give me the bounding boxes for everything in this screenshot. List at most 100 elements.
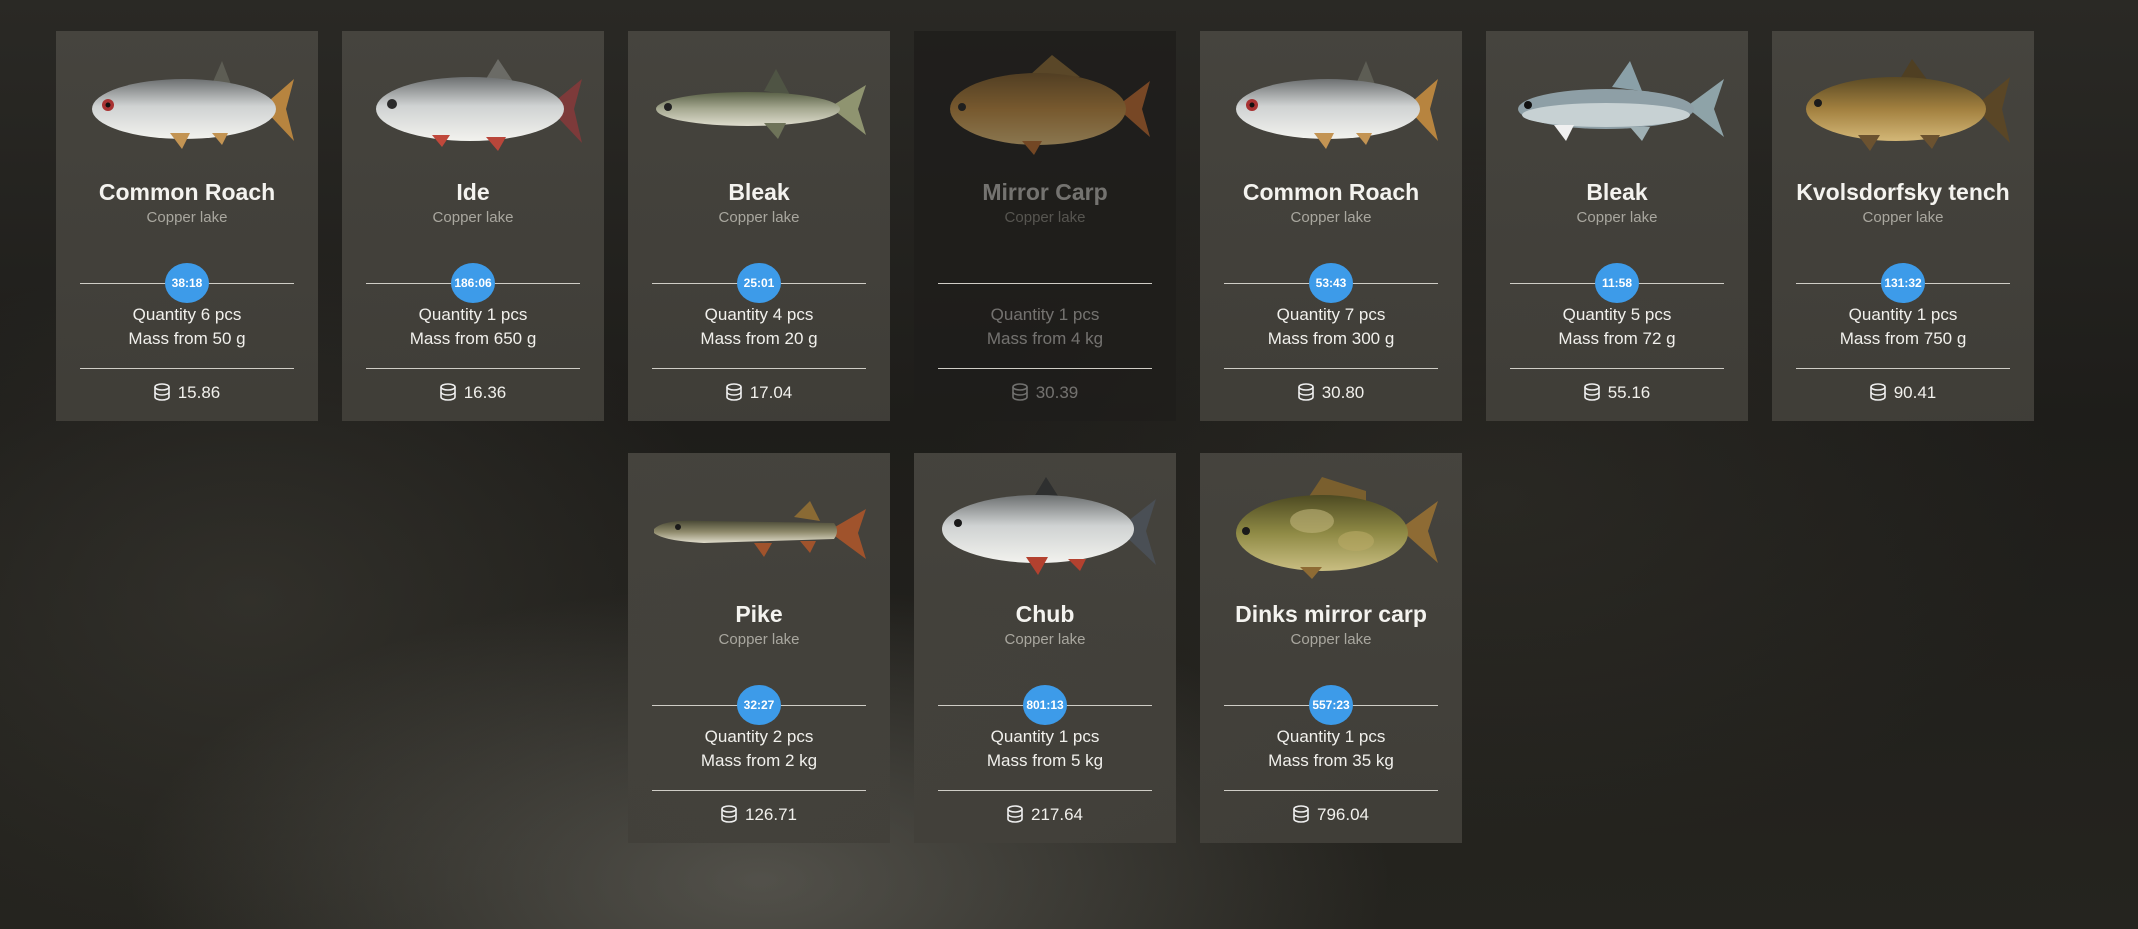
fish-name: Bleak (1586, 179, 1648, 205)
timer-badge: 38:18 (165, 263, 209, 303)
divider (366, 368, 580, 369)
divider (652, 368, 866, 369)
fish-card[interactable]: Bleak Copper lake 11:58 Quantity 5 pcs M… (1486, 31, 1748, 421)
timer-badge: 53:43 (1309, 263, 1353, 303)
timer-badge: 25:01 (737, 263, 781, 303)
fish-name: Ide (456, 179, 490, 205)
bleak-icon (1518, 61, 1724, 141)
timer-badge: 186:06 (451, 263, 495, 303)
mass-text: Mass from 20 g (700, 329, 818, 348)
mirror-carp-icon (1236, 477, 1438, 579)
fish-card[interactable]: Mirror Carp Copper lake Quantity 1 pcs M… (914, 31, 1176, 421)
coin-stack-icon (153, 383, 170, 401)
price-value: 55.16 (1607, 383, 1651, 402)
price-value: 796.04 (1317, 805, 1369, 824)
ide-icon (376, 59, 582, 151)
pike-icon (654, 501, 866, 559)
quantity-text: Quantity 5 pcs (1562, 305, 1672, 324)
fish-location: Copper lake (1862, 209, 1944, 226)
roach-icon (1236, 61, 1438, 149)
fish-card[interactable]: Dinks mirror carp Copper lake 557:23 Qua… (1200, 453, 1462, 843)
price-row: 30.80 (1200, 383, 1462, 403)
fish-card[interactable]: Pike Copper lake 32:27 Quantity 2 pcs Ma… (628, 453, 890, 843)
divider (938, 790, 1152, 791)
divider (1224, 368, 1438, 369)
mass-text: Mass from 750 g (1839, 329, 1967, 348)
price-row: 796.04 (1200, 805, 1462, 825)
timer-badge: 801:13 (1023, 685, 1067, 725)
quantity-text: Quantity 6 pcs (132, 305, 242, 324)
bleak-icon (656, 69, 866, 139)
price-value: 15.86 (177, 383, 221, 402)
fish-location: Copper lake (146, 209, 228, 226)
coin-stack-icon (721, 805, 737, 823)
tench-icon (1806, 59, 2010, 151)
fish-location: Copper lake (1290, 631, 1372, 648)
price-value: 30.80 (1321, 383, 1365, 402)
quantity-text: Quantity 4 pcs (704, 305, 814, 324)
timer-badge: 11:58 (1595, 263, 1639, 303)
quantity-text: Quantity 2 pcs (704, 727, 814, 746)
fish-card[interactable]: Chub Copper lake 801:13 Quantity 1 pcs M… (914, 453, 1176, 843)
fish-name: Bleak (728, 179, 790, 205)
price-row: 55.16 (1486, 383, 1748, 403)
timer-badge: 557:23 (1309, 685, 1353, 725)
fish-location: Copper lake (1004, 631, 1086, 648)
mass-text: Mass from 2 kg (700, 751, 818, 770)
coin-stack-icon (1583, 383, 1600, 401)
chub-icon (942, 477, 1156, 575)
divider (1510, 368, 1724, 369)
fish-location: Copper lake (718, 209, 800, 226)
quantity-text: Quantity 1 pcs (990, 727, 1100, 746)
mass-text: Mass from 50 g (128, 329, 246, 348)
divider (1224, 790, 1438, 791)
mass-text: Mass from 4 kg (986, 329, 1104, 348)
quantity-text: Quantity 1 pcs (1848, 305, 1958, 324)
divider (652, 790, 866, 791)
fish-location: Copper lake (432, 209, 514, 226)
coin-stack-icon (1869, 383, 1886, 401)
fish-location: Copper lake (1576, 209, 1658, 226)
fish-name: Common Roach (98, 179, 276, 205)
divider (938, 283, 1152, 284)
coin-stack-icon (1007, 805, 1023, 823)
quantity-text: Quantity 1 pcs (418, 305, 528, 324)
mass-text: Mass from 5 kg (986, 751, 1104, 770)
price-value: 16.36 (463, 383, 507, 402)
fish-card[interactable]: Kvolsdorfsky tench Copper lake 131:32 Qu… (1772, 31, 2034, 421)
price-row: 17.04 (628, 383, 890, 403)
coin-stack-icon (725, 383, 742, 401)
price-value: 126.71 (745, 805, 797, 824)
price-row: 217.64 (914, 805, 1176, 825)
fish-card[interactable]: Ide Copper lake 186:06 Quantity 1 pcs Ma… (342, 31, 604, 421)
fish-location: Copper lake (718, 631, 800, 648)
coin-stack-icon (1011, 383, 1028, 401)
fish-name: Common Roach (1242, 179, 1420, 205)
price-row: 90.41 (1772, 383, 2034, 403)
fish-card[interactable]: Common Roach Copper lake 38:18 Quantity … (56, 31, 318, 421)
price-value: 90.41 (1893, 383, 1937, 402)
price-value: 217.64 (1031, 805, 1083, 824)
price-value: 30.39 (1035, 383, 1079, 402)
coin-stack-icon (1293, 805, 1309, 823)
fish-name: Pike (735, 601, 783, 627)
divider (80, 368, 294, 369)
price-row: 30.39 (914, 383, 1176, 403)
roach-icon (92, 61, 294, 149)
quantity-text: Quantity 7 pcs (1276, 305, 1386, 324)
quantity-text: Quantity 1 pcs (990, 305, 1100, 324)
fish-card[interactable]: Bleak Copper lake 25:01 Quantity 4 pcs M… (628, 31, 890, 421)
mass-text: Mass from 35 kg (1268, 751, 1394, 770)
coin-stack-icon (1297, 383, 1314, 401)
fish-card[interactable]: Common Roach Copper lake 53:43 Quantity … (1200, 31, 1462, 421)
coin-stack-icon (439, 383, 456, 401)
divider (1796, 368, 2010, 369)
fish-name: Mirror Carp (982, 179, 1108, 205)
fish-name: Chub (1015, 601, 1075, 627)
mass-text: Mass from 650 g (409, 329, 537, 348)
fish-location: Copper lake (1004, 209, 1086, 226)
mass-text: Mass from 72 g (1558, 329, 1676, 348)
timer-badge: 32:27 (737, 685, 781, 725)
price-row: 16.36 (342, 383, 604, 403)
quantity-text: Quantity 1 pcs (1276, 727, 1386, 746)
